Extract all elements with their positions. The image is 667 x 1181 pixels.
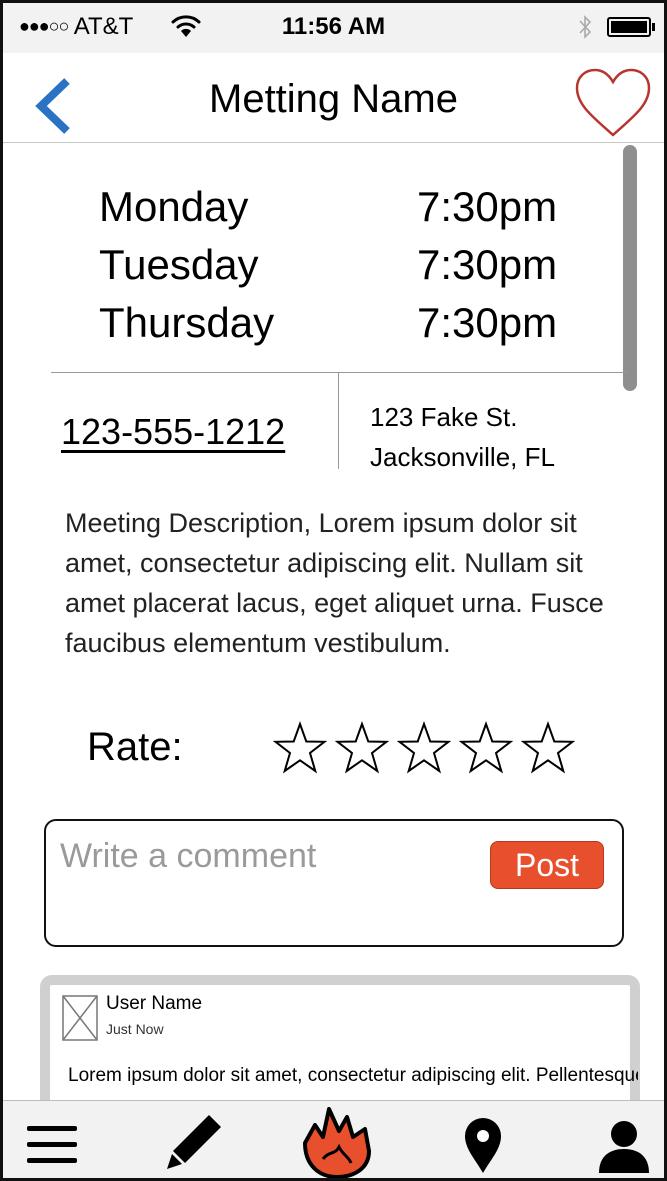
comment-input[interactable] xyxy=(60,837,480,876)
avatar-placeholder-icon xyxy=(62,995,98,1041)
phone-screen: ●●●○○ AT&T 11:56 AM Metting Name Monday … xyxy=(0,0,667,1181)
map-pin-icon[interactable] xyxy=(461,1115,505,1175)
schedule-day: Monday xyxy=(99,183,249,230)
comment-box: Post xyxy=(44,819,624,947)
address[interactable]: 123 Fake St. Jacksonville, FL xyxy=(370,397,555,477)
divider xyxy=(51,372,627,373)
profile-icon[interactable] xyxy=(597,1119,651,1173)
menu-icon[interactable] xyxy=(25,1123,79,1165)
tab-bar xyxy=(3,1100,664,1181)
schedule-day: Tuesday xyxy=(99,241,259,288)
status-time: 11:56 AM xyxy=(281,13,386,40)
meeting-schedule: Monday 7:30pm Tuesday 7:30pm Thursday 7:… xyxy=(99,183,569,357)
battery-level xyxy=(611,21,647,33)
scrollbar[interactable] xyxy=(623,145,637,391)
post-button[interactable]: Post xyxy=(490,841,604,889)
pencil-icon[interactable] xyxy=(163,1111,225,1173)
schedule-row: Tuesday 7:30pm xyxy=(99,241,569,299)
phone-link[interactable]: 123-555-1212 xyxy=(61,411,285,453)
meeting-description: Meeting Description, Lorem ipsum dolor s… xyxy=(65,508,604,658)
star-icon[interactable] xyxy=(459,721,513,775)
schedule-row: Monday 7:30pm xyxy=(99,183,569,241)
comment-text: Lorem ipsum dolor sit amet, consectetur … xyxy=(68,1065,638,1086)
rate-label: Rate: xyxy=(87,725,183,769)
comment-timestamp: Just Now xyxy=(106,1021,164,1037)
page-title: Metting Name xyxy=(209,77,458,121)
bluetooth-icon xyxy=(579,15,592,39)
address-city: Jacksonville, FL xyxy=(370,442,555,472)
star-rating xyxy=(273,721,575,775)
schedule-time: 7:30pm xyxy=(417,183,558,230)
schedule-time: 7:30pm xyxy=(417,241,558,288)
flame-icon[interactable] xyxy=(293,1103,383,1181)
address-street: 123 Fake St. xyxy=(370,402,518,432)
schedule-time: 7:30pm xyxy=(417,299,558,346)
navigation-bar: Metting Name xyxy=(3,53,664,143)
comment-user-name: User Name xyxy=(106,993,203,1014)
divider-vertical xyxy=(338,373,339,469)
star-icon[interactable] xyxy=(273,721,327,775)
battery-icon xyxy=(607,17,655,37)
schedule-row: Thursday 7:30pm xyxy=(99,299,569,357)
favorite-heart-icon[interactable] xyxy=(573,67,653,139)
star-icon[interactable] xyxy=(397,721,451,775)
status-bar: ●●●○○ AT&T 11:56 AM xyxy=(3,3,664,53)
schedule-day: Thursday xyxy=(99,299,275,346)
star-icon[interactable] xyxy=(335,721,389,775)
star-icon[interactable] xyxy=(521,721,575,775)
